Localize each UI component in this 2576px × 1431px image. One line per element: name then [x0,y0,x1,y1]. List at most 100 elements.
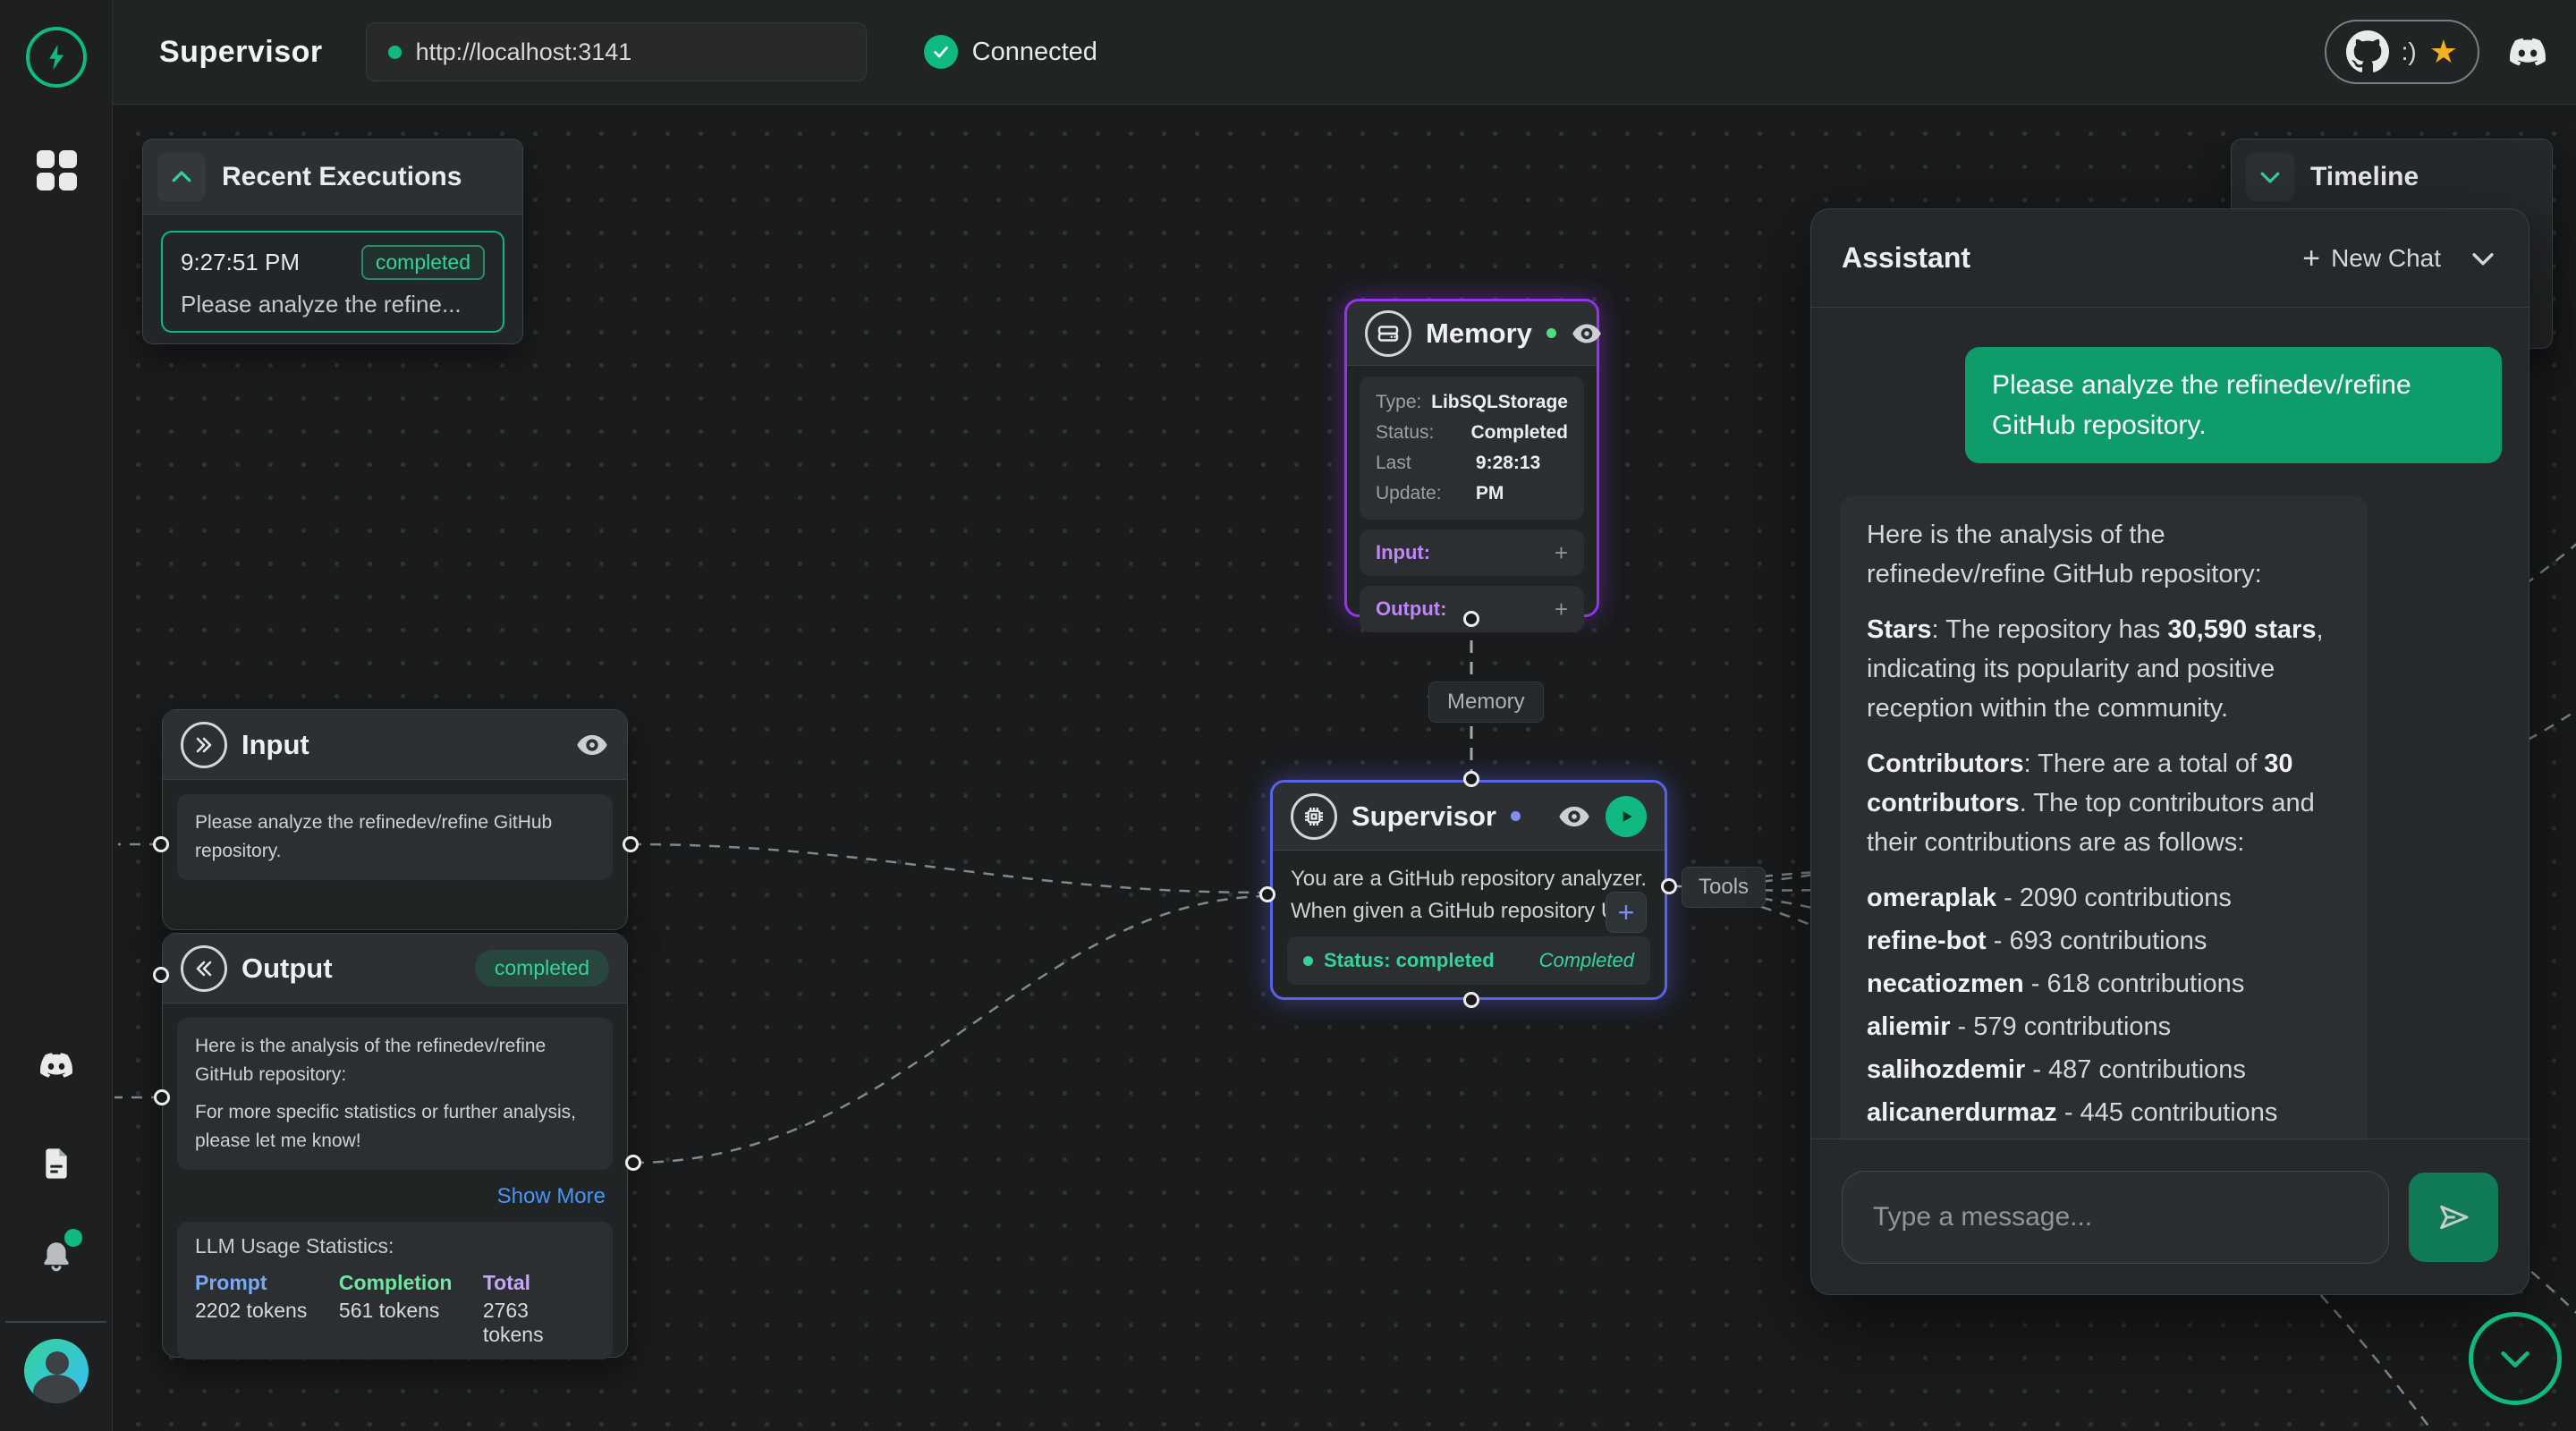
llm-usage-title: LLM Usage Statistics: [195,1234,595,1258]
app-title: Supervisor [159,35,323,70]
execution-item[interactable]: 9:27:51 PM completed Please analyze the … [161,231,504,333]
llm-usage-columns: Prompt2202 tokensCompletion561 tokensTot… [195,1271,595,1347]
sidebar-divider [5,1321,106,1323]
memory-active-dot [1546,328,1556,338]
supervisor-status-bar: Status: completed Completed [1287,936,1650,985]
eye-icon[interactable] [575,728,609,762]
eye-icon[interactable] [1571,318,1603,350]
document-icon [38,1142,74,1185]
discord-link[interactable] [0,1049,113,1081]
new-chat-button[interactable]: + New Chat [2302,243,2441,274]
memory-field-row: Last Update:9:28:13 PM [1376,448,1568,509]
panel-title: Recent Executions [222,162,462,192]
discord-link-top[interactable] [2504,34,2551,70]
app-logo[interactable] [26,27,87,88]
input-content: Please analyze the refinedev/refine GitH… [177,794,613,880]
lightning-icon [41,42,72,72]
docs-link[interactable] [0,1142,113,1185]
memory-details-card: Type:LibSQLStorageStatus:CompletedLast U… [1360,377,1584,520]
supervisor-node-title: Supervisor [1352,800,1496,833]
expand-icon[interactable]: + [1555,539,1568,567]
github-icon [2346,30,2389,73]
collapse-chat-button[interactable] [2468,243,2498,274]
database-icon [1365,310,1411,357]
input-node-title: Input [242,729,309,761]
discord-icon [36,1049,77,1081]
output-node-header: Output completed [163,934,627,1003]
apps-grid-icon[interactable] [37,150,77,191]
cpu-chip-icon [1291,793,1337,840]
run-agent-button[interactable] [1606,796,1647,837]
output-status-badge: completed [475,950,609,986]
tools-edge-label: Tools [1682,867,1766,908]
assistant-header: Assistant + New Chat [1811,209,2529,308]
show-more-link[interactable]: Show More [497,1184,606,1208]
output-node[interactable]: Output completed Here is the analysis of… [162,933,628,1358]
plus-icon: + [2302,243,2320,274]
chevron-down-icon [2468,243,2498,274]
llm-usage-card: LLM Usage Statistics: Prompt2202 tokensC… [177,1222,613,1359]
assistant-title: Assistant [1842,241,1970,275]
chevron-down-icon [2495,1338,2536,1379]
assistant-reply-bubble: Here is the analysis of the refinedev/re… [1840,495,2368,1140]
chevrons-left-icon [181,945,227,992]
execution-time: 9:27:51 PM [181,249,300,276]
notification-badge [64,1229,82,1247]
connection-status: Connected [924,35,1097,69]
send-message-button[interactable] [2409,1173,2498,1262]
chevrons-right-icon [181,722,227,768]
recent-executions-header: Recent Executions [143,140,522,215]
github-star-link[interactable]: :) ★ [2325,20,2479,84]
expand-instructions-button[interactable]: + [1606,892,1647,933]
llm-stat: Completion561 tokens [339,1271,483,1347]
server-status-dot [388,46,402,59]
user-avatar[interactable] [24,1339,89,1403]
server-url: http://localhost:3141 [416,38,632,66]
llm-stat: Prompt2202 tokens [195,1271,339,1347]
input-node-header: Input [163,710,627,780]
expand-icon[interactable]: + [1555,596,1568,623]
user-message-bubble: Please analyze the refinedev/refine GitH… [1965,347,2502,463]
memory-node-title: Memory [1426,318,1532,350]
eye-icon[interactable] [1557,800,1591,834]
notifications-button[interactable] [0,1236,113,1277]
output-node-title: Output [242,953,333,985]
expand-timeline-button[interactable] [2246,153,2294,201]
assistant-chat-panel: Assistant + New Chat Please analyze the … [1810,208,2529,1295]
memory-output-section[interactable]: Output: + [1360,586,1584,632]
send-icon [2436,1199,2471,1235]
topbar: Supervisor http://localhost:3141 Connect… [113,0,2576,105]
collapse-panel-button[interactable] [157,153,206,201]
memory-node-header: Memory [1347,301,1597,366]
scroll-to-bottom-button[interactable] [2469,1312,2562,1405]
sidebar [0,0,113,1431]
memory-node[interactable]: Memory Type:LibSQLStorageStatus:Complete… [1344,299,1599,617]
timeline-header: Timeline [2232,140,2552,215]
check-icon [924,35,958,69]
chat-message-input[interactable] [1842,1171,2389,1264]
status-text: Status: completed [1324,949,1495,972]
chevron-up-icon [168,164,195,191]
status-value: Completed [1539,949,1634,972]
memory-edge-label: Memory [1428,682,1544,723]
supervisor-node[interactable]: Supervisor You are a GitHub repository a… [1270,780,1667,1000]
recent-executions-panel: Recent Executions 9:27:51 PM completed P… [142,139,523,344]
supervisor-node-header: Supervisor [1273,783,1665,851]
chevron-down-icon [2257,164,2284,191]
supervisor-agent-dot [1511,811,1521,821]
message-list[interactable]: Please analyze the refinedev/refine GitH… [1811,308,2529,1140]
chat-input-bar [1811,1139,2529,1294]
memory-field-row: Type:LibSQLStorage [1376,387,1568,418]
server-url-field[interactable]: http://localhost:3141 [366,22,867,81]
timeline-title: Timeline [2310,162,2419,192]
status-dot-icon [1303,956,1313,966]
star-icon: ★ [2429,36,2458,68]
smiley-text: :) [2402,38,2417,66]
input-node[interactable]: Input Please analyze the refinedev/refin… [162,709,628,930]
execution-status-badge: completed [361,245,485,280]
memory-input-section[interactable]: Input: + [1360,529,1584,576]
app-window: Recent Executions 9:27:51 PM completed P… [0,0,2576,1431]
execution-preview: Please analyze the refine... [181,291,485,318]
play-icon [1617,808,1635,826]
memory-field-row: Status:Completed [1376,418,1568,448]
